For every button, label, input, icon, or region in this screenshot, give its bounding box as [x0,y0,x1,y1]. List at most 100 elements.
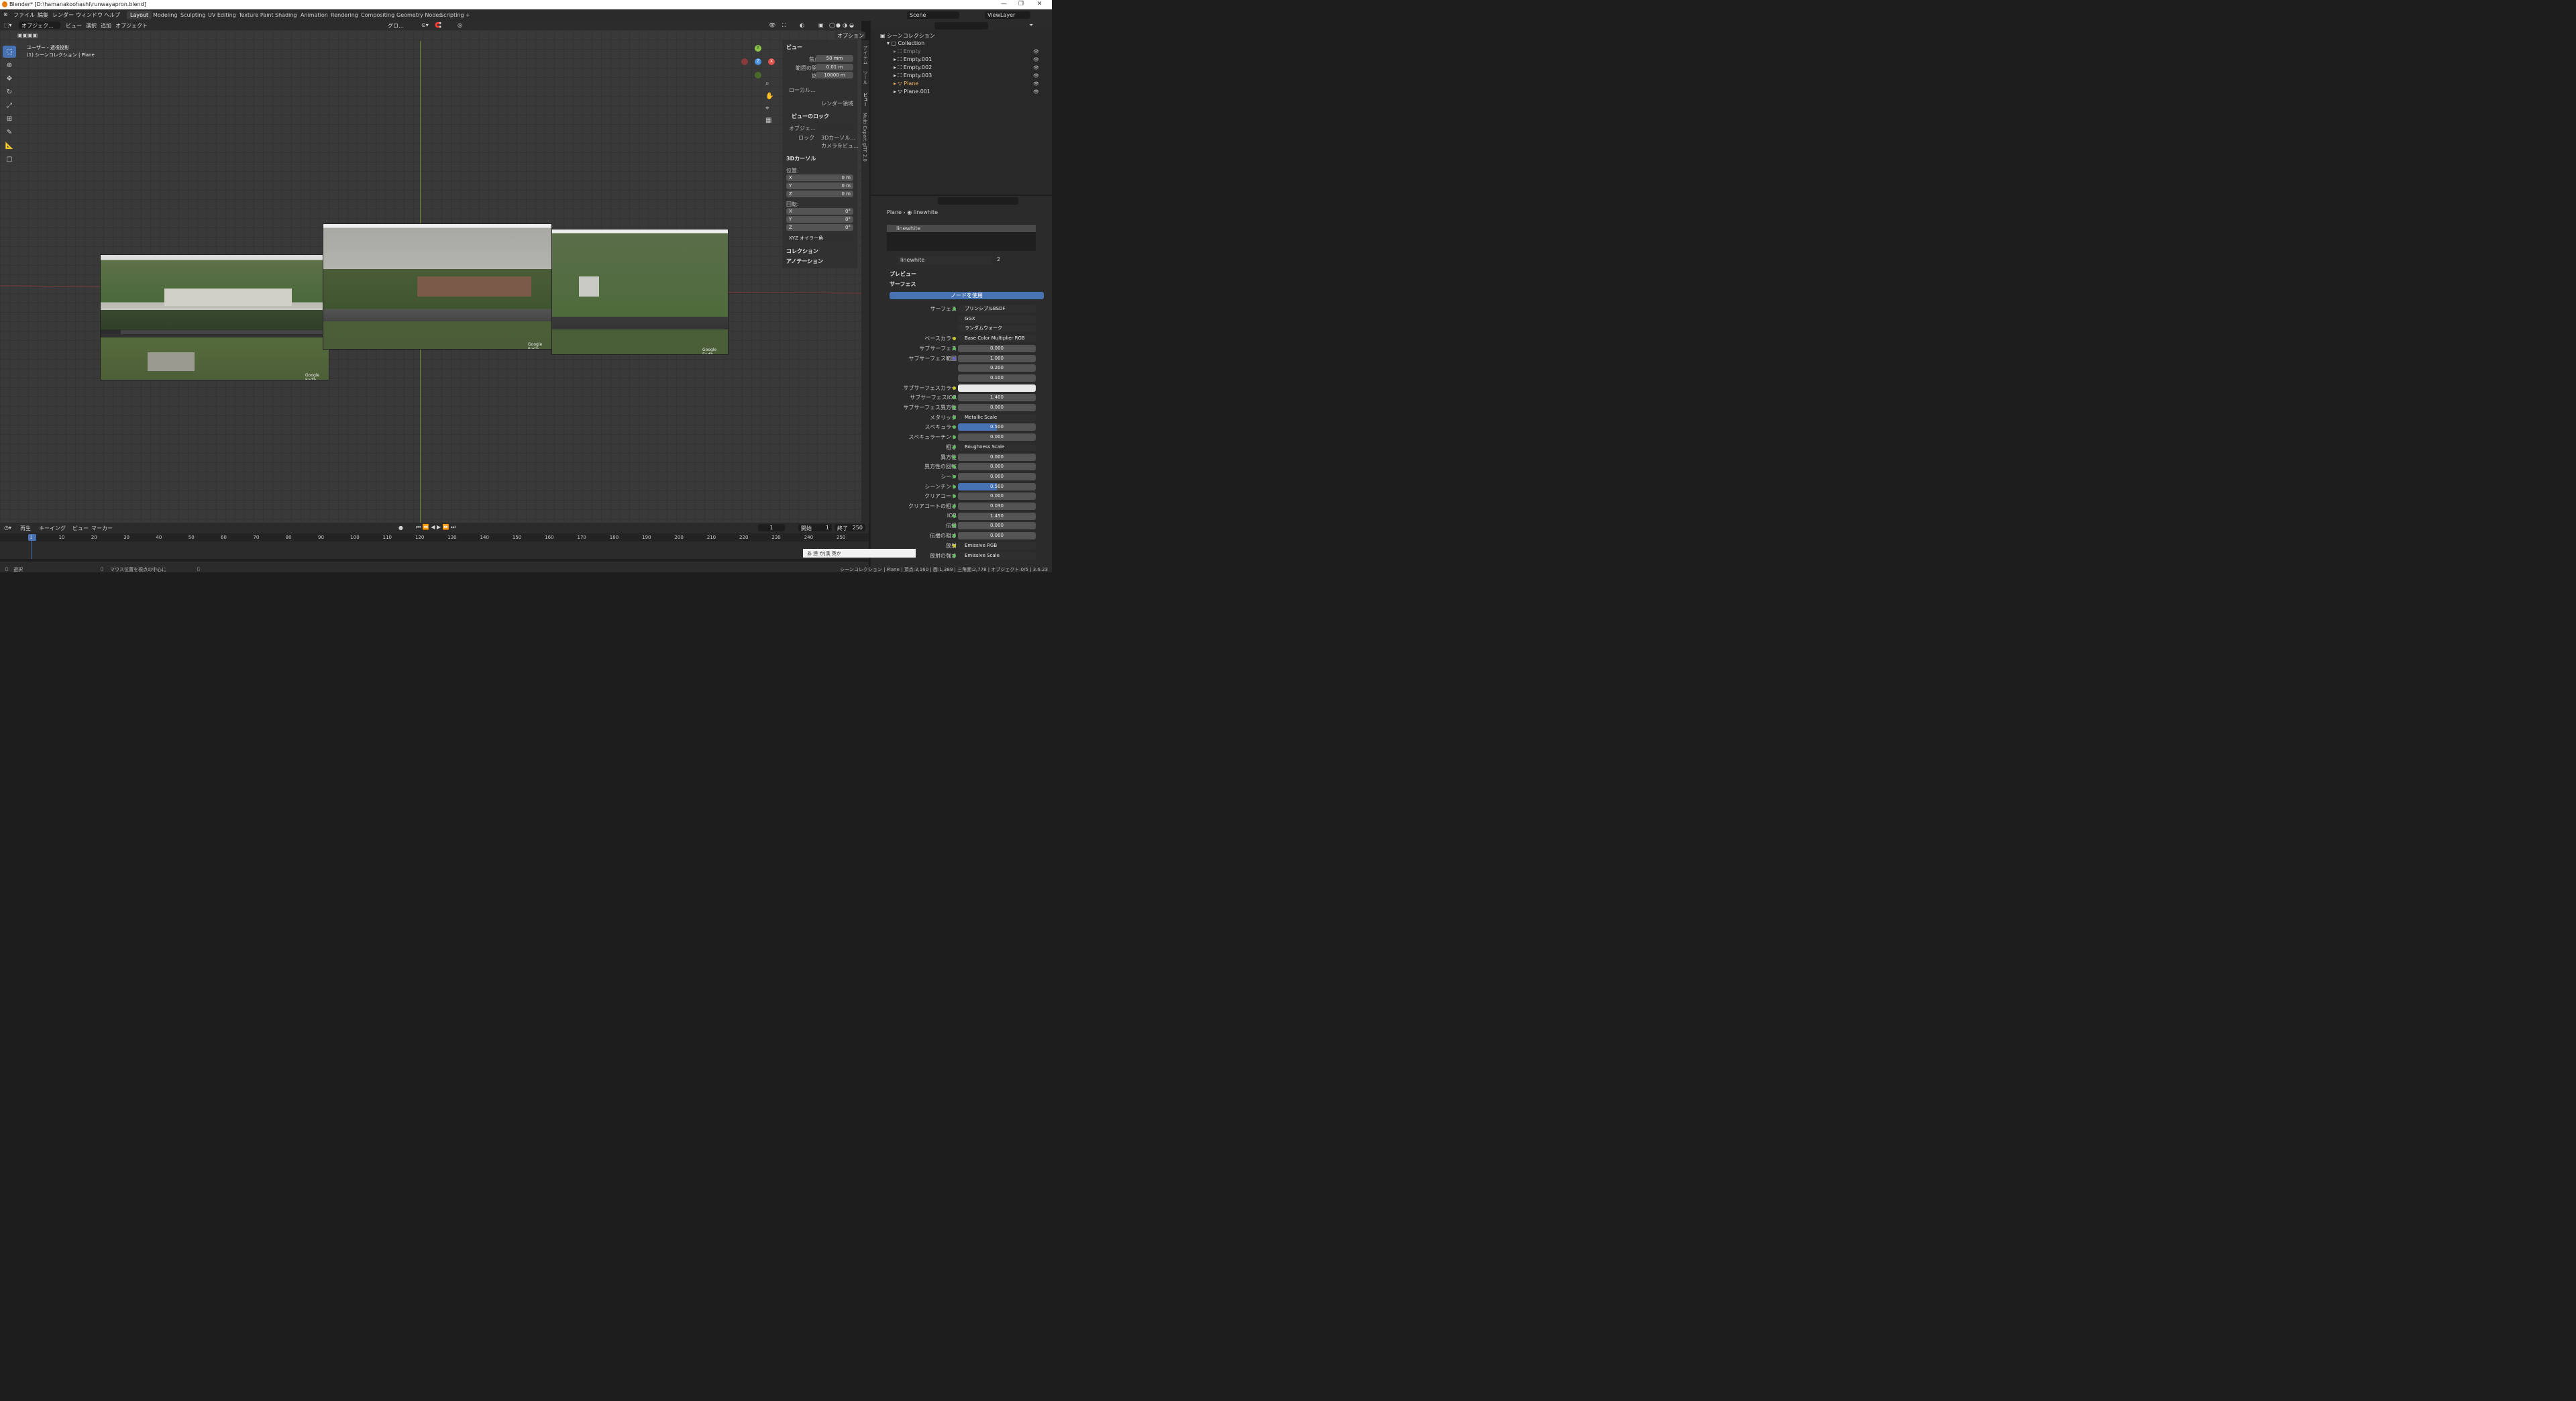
3d-cursor-header[interactable]: 3Dカーソル [786,155,816,162]
selection-mode-icons[interactable]: ▣▣▣▣ [17,32,38,38]
ime-toolbar[interactable]: あ 連 かJ漢 英か [803,549,916,558]
shading-rendered-icon[interactable]: ◒ [849,22,854,28]
outliner-item-plane[interactable]: ▸ ▽ Plane [894,81,918,89]
editor-type-icon[interactable]: ⬚▾ [4,22,12,28]
material-slot-list[interactable] [887,232,1036,251]
zoom-icon[interactable]: ⌕ [765,80,769,87]
socket-dot-icon[interactable] [953,415,956,419]
outliner-item-empty002[interactable]: ▸ ⛶ Empty.002 [894,64,932,72]
material-name-field[interactable]: linewhite [898,256,991,264]
pan-hand-icon[interactable]: ✋ [765,93,773,100]
outliner-item-empty001[interactable]: ▸ ⛶ Empty.001 [894,56,932,64]
use-nodes-button[interactable]: ノードを使用 [890,292,1044,299]
property-value[interactable]: 0.000 [958,492,1036,501]
tab-animation[interactable]: Animation [297,11,331,19]
camera-view-icon[interactable]: ⌖ [765,105,769,112]
property-value[interactable]: Emissive RGB [958,541,1036,550]
property-value[interactable]: 0.000 [958,472,1036,480]
cursor-rot-y[interactable]: Y 0° [786,216,853,223]
menu-add[interactable]: 追加 [101,22,111,30]
transform-orientation[interactable]: グロ… [388,22,404,30]
menu-file[interactable]: ファイル [13,11,35,19]
menu-view[interactable]: ビュー [72,525,89,532]
property-value[interactable]: Base Color Multiplier RGB [958,335,1036,343]
focal-length-field[interactable]: 50 mm [816,55,853,62]
mode-selector[interactable]: オブジェク… [19,21,60,29]
cursor-icon[interactable]: ⊕ [3,59,16,71]
socket-dot-icon[interactable] [953,474,956,478]
add-cube-icon[interactable]: ▢ [3,153,16,165]
properties-search-input[interactable] [938,197,1018,205]
property-value[interactable]: Emissive Scale [958,552,1036,560]
perspective-grid-icon[interactable]: ▦ [765,117,771,124]
lock-camera-checkbox[interactable]: カメラをビュ… [821,142,859,150]
scale-icon[interactable]: ⤢ [3,99,16,111]
menu-select[interactable]: 選択 [86,22,97,30]
current-frame-field[interactable]: 1 [758,524,785,531]
scene-collection-row[interactable]: ▣ シーンコレクション [880,32,935,40]
menu-playback[interactable]: 再生 [20,525,31,532]
lock-object-field[interactable] [817,124,853,131]
outliner-item-empty003[interactable]: ▸ ⛶ Empty.003 [894,72,932,81]
navigation-gizmo[interactable]: Y Z X [740,44,777,81]
filter-icon[interactable]: ⏷ [1029,22,1033,29]
menu-view[interactable]: ビュー [66,22,82,30]
tab-tool[interactable]: ツール [862,70,869,85]
tab-compositing[interactable]: Compositing [358,11,398,19]
socket-dot-icon[interactable] [953,505,956,508]
property-value[interactable]: 0.000 [958,453,1036,461]
snap-icon[interactable]: 🧲 [435,22,441,28]
plane-right-image[interactable]: Google Earth [551,229,729,355]
property-value[interactable]: 0.000 [958,463,1036,471]
maximize-icon[interactable]: ❐ [1018,1,1024,7]
plane-middle-image[interactable]: Google Earth [323,223,552,350]
shading-wireframe-icon[interactable]: ◯ [829,22,835,28]
editor-type-icon[interactable]: ◷▾ [4,525,11,531]
cursor-loc-y[interactable]: Y0 m [786,183,853,189]
socket-dot-icon[interactable] [953,346,956,350]
property-value[interactable]: 0.000 [958,433,1036,442]
tab-rendering[interactable]: Rendering [327,11,362,19]
select-box-icon[interactable]: ⬚ [3,46,16,58]
start-frame-field[interactable]: 開始 1 [798,524,832,531]
tab-modeling[interactable]: Modeling [150,11,180,19]
material-users[interactable]: 2 [997,256,1000,262]
3d-viewport[interactable]: Google Earth Google Earth Google Earth Y… [0,21,861,523]
property-value[interactable]: 0.000 [958,344,1036,352]
frame-ruler[interactable] [0,533,869,541]
socket-dot-icon[interactable] [953,554,956,558]
property-value[interactable]: プリンシプルBSDF [958,305,1036,313]
property-value[interactable]: Roughness Scale [958,443,1036,451]
tab-multi-export[interactable]: Multi-Export glTF 2.0 [862,113,867,162]
shading-solid-icon[interactable]: ● [836,22,841,28]
property-value[interactable]: GGX [958,315,1036,323]
menu-object[interactable]: オブジェクト [115,22,148,30]
socket-dot-icon[interactable] [953,455,956,459]
property-value[interactable]: Metallic Scale [958,413,1036,421]
property-value[interactable]: 0.100 [958,374,1036,382]
transform-icon[interactable]: ⊞ [3,113,16,125]
blender-menu-icon[interactable]: ⊛ [3,11,8,17]
clip-end-field[interactable]: 10000 m [816,72,853,79]
close-icon[interactable]: ✕ [1037,1,1042,7]
render-region-checkbox[interactable]: レンダー領域 [821,100,853,107]
visibility-icon[interactable]: 👁 [769,22,775,28]
socket-dot-icon[interactable] [953,356,956,360]
cursor-loc-x[interactable]: X0 m [786,174,853,181]
surface-section[interactable]: サーフェス [890,280,916,288]
tab-item[interactable]: アイテム [862,46,869,64]
annotation-section-header[interactable]: アノテーション [786,258,823,265]
rotation-mode-dropdown[interactable]: XYZ オイラー角 [786,234,853,241]
property-value[interactable]: 0.500 [958,423,1036,431]
rotate-icon[interactable]: ↻ [3,86,16,98]
property-value[interactable]: 0.000 [958,522,1036,530]
property-value[interactable]: 1.450 [958,512,1036,520]
socket-dot-icon[interactable] [953,445,956,449]
xray-icon[interactable]: ▣ [818,22,824,28]
proportional-edit-icon[interactable]: ◎ [458,22,462,28]
property-value[interactable]: 1.000 [958,354,1036,362]
outliner-item-plane001[interactable]: ▸ ▽ Plane.001 [894,89,930,97]
visibility-toggles[interactable]: 👁 👁 👁 👁 👁 👁 [1033,48,1039,96]
collection-section-header[interactable]: コレクション [786,248,818,255]
cursor-rot-x[interactable]: X 0° [786,208,853,215]
